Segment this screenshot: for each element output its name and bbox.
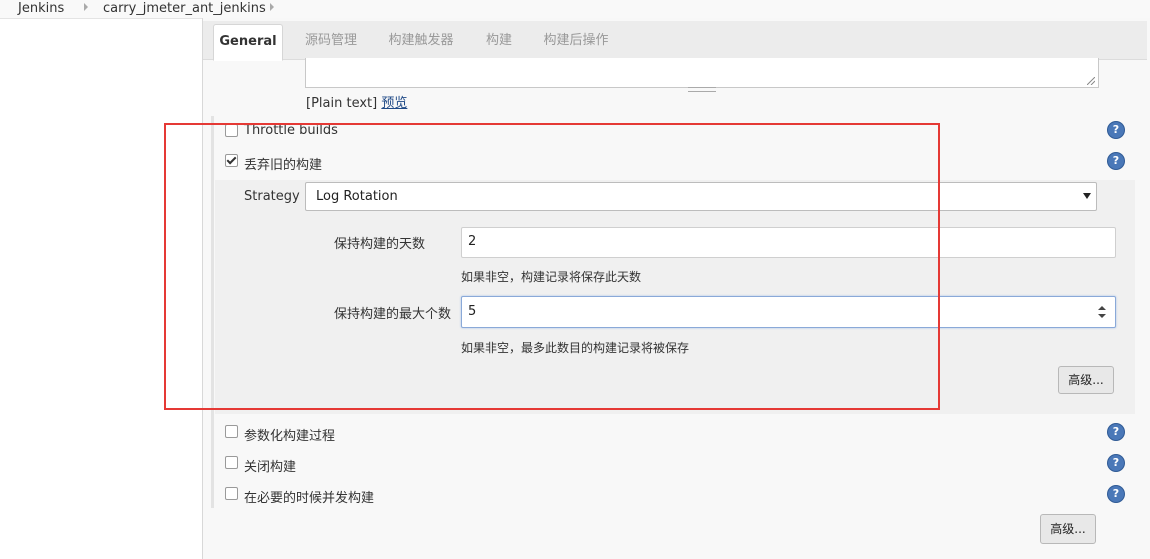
- textarea-resize-handle[interactable]: [688, 87, 716, 92]
- description-textarea[interactable]: [305, 58, 1099, 88]
- parameterized-checkbox[interactable]: [225, 425, 238, 438]
- tab-source-management[interactable]: 源码管理: [297, 24, 365, 58]
- tab-build[interactable]: 构建: [478, 24, 520, 58]
- help-icon[interactable]: ?: [1108, 424, 1124, 440]
- strategy-advanced-button[interactable]: 高级...: [1058, 366, 1114, 394]
- breadcrumb-jenkins[interactable]: Jenkins: [18, 0, 64, 18]
- parameterized-label: 参数化构建过程: [244, 429, 336, 444]
- breadcrumb-separator-icon: [270, 3, 274, 11]
- tab-build-triggers[interactable]: 构建触发器: [381, 24, 461, 58]
- disable-build-checkbox[interactable]: [225, 456, 238, 469]
- concurrent-build-checkbox[interactable]: [225, 487, 238, 500]
- help-icon[interactable]: ?: [1108, 122, 1124, 138]
- dropdown-arrow-icon: [1083, 193, 1091, 199]
- format-label: [Plain text]: [306, 96, 378, 111]
- tab-post-build[interactable]: 构建后操作: [536, 24, 616, 58]
- breadcrumb-project[interactable]: carry_jmeter_ant_jenkins: [103, 0, 266, 18]
- general-advanced-button[interactable]: 高级...: [1040, 514, 1096, 544]
- resize-grip-icon[interactable]: [1087, 77, 1095, 85]
- description-format: [Plain text] 预览: [306, 92, 407, 111]
- number-spinner-icon[interactable]: [1097, 304, 1107, 320]
- concurrent-build-label: 在必要的时候并发构建: [244, 491, 375, 506]
- disable-build-label: 关闭构建: [244, 460, 297, 475]
- help-icon[interactable]: ?: [1108, 153, 1124, 169]
- annotation-highlight-box: [164, 123, 940, 410]
- help-icon[interactable]: ?: [1108, 455, 1124, 471]
- help-icon[interactable]: ?: [1108, 486, 1124, 502]
- tab-general[interactable]: General: [213, 24, 283, 61]
- breadcrumb-separator-icon: [84, 3, 88, 11]
- preview-link[interactable]: 预览: [381, 96, 407, 111]
